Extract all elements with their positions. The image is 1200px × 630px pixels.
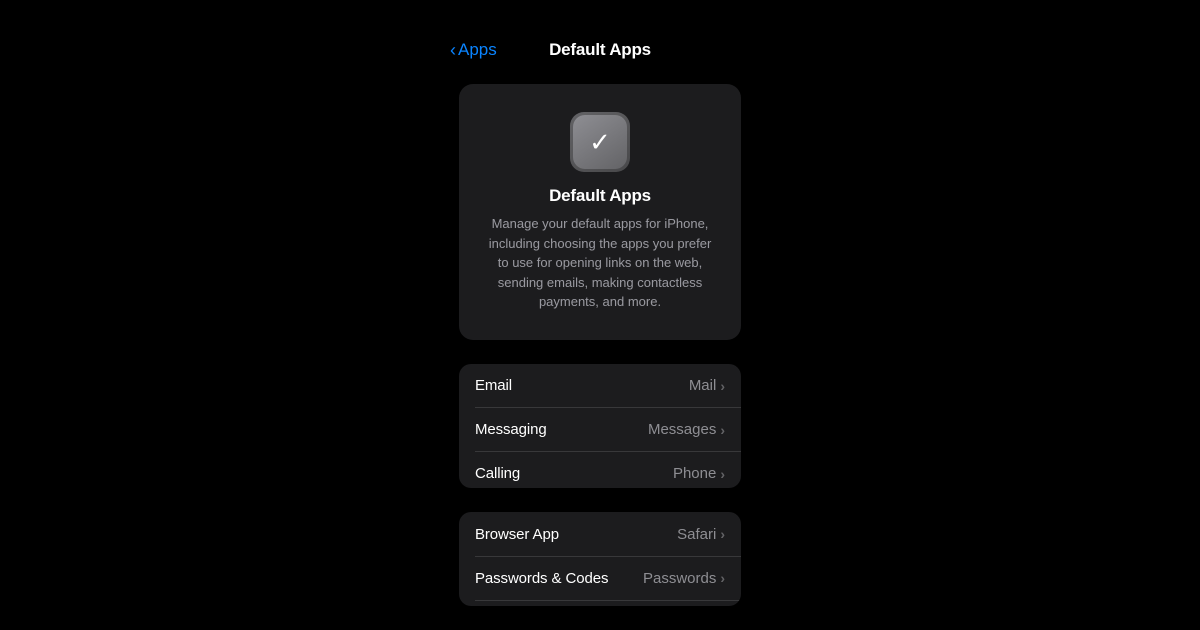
row-passwords-codes-right: Passwords › xyxy=(643,570,725,587)
row-email[interactable]: Email Mail › xyxy=(459,364,741,408)
info-card-description: Manage your default apps for iPhone, inc… xyxy=(483,214,717,312)
info-card: ✓ Default Apps Manage your default apps … xyxy=(459,84,741,340)
back-label: Apps xyxy=(458,40,497,60)
app-icon: ✓ xyxy=(570,112,630,172)
row-email-value: Mail xyxy=(689,377,717,394)
row-passwords-codes-chevron-icon: › xyxy=(720,570,725,586)
row-calling-chevron-icon: › xyxy=(720,466,725,482)
row-email-right: Mail › xyxy=(689,377,725,394)
row-messaging-right: Messages › xyxy=(648,421,725,438)
row-calling-value: Phone xyxy=(673,465,716,482)
row-messaging-chevron-icon: › xyxy=(720,422,725,438)
info-card-title: Default Apps xyxy=(549,186,651,206)
row-email-chevron-icon: › xyxy=(720,378,725,394)
back-button[interactable]: ‹ Apps xyxy=(450,40,497,61)
row-passwords-codes[interactable]: Passwords & Codes Passwords › xyxy=(459,556,741,600)
row-messaging[interactable]: Messaging Messages › xyxy=(459,408,741,452)
settings-group-1: Email Mail › Messaging Messages › Callin… xyxy=(459,364,741,489)
back-chevron-icon: ‹ xyxy=(450,40,456,61)
app-icon-inner: ✓ xyxy=(573,115,627,169)
checkmark-icon: ✓ xyxy=(589,129,611,155)
row-calling-right: Phone › xyxy=(673,465,725,482)
row-messaging-value: Messages xyxy=(648,421,716,438)
row-browser-app-chevron-icon: › xyxy=(720,526,725,542)
page-container: ‹ Apps Default Apps ✓ Default Apps Manag… xyxy=(0,0,1200,630)
row-keyboards[interactable]: Keyboards 2 › xyxy=(459,600,741,606)
row-email-label: Email xyxy=(475,377,512,394)
row-browser-app-label: Browser App xyxy=(475,526,559,543)
row-browser-app[interactable]: Browser App Safari › xyxy=(459,512,741,556)
row-passwords-codes-label: Passwords & Codes xyxy=(475,570,608,587)
row-calling-label: Calling xyxy=(475,465,520,482)
row-messaging-label: Messaging xyxy=(475,421,547,438)
row-calling[interactable]: Calling Phone › xyxy=(459,452,741,489)
row-browser-app-right: Safari › xyxy=(677,526,725,543)
settings-group-2: Browser App Safari › Passwords & Codes P… xyxy=(459,512,741,606)
page-title: Default Apps xyxy=(549,40,651,60)
header: ‹ Apps Default Apps xyxy=(0,40,1200,60)
row-browser-app-value: Safari xyxy=(677,526,716,543)
row-passwords-codes-value: Passwords xyxy=(643,570,716,587)
